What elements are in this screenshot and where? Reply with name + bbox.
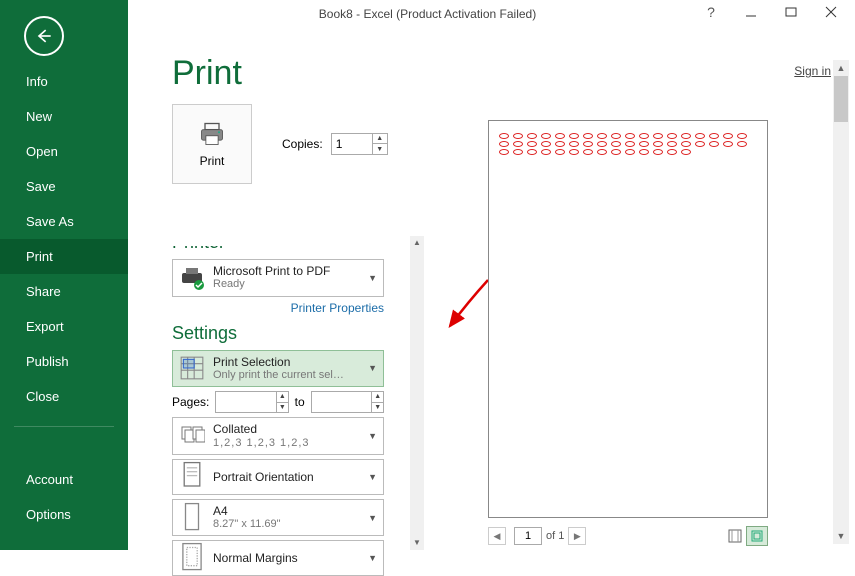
print-area-title: Print Selection xyxy=(213,355,377,369)
print-area-sub: Only print the current sel… xyxy=(213,369,377,382)
sidebar-item-account[interactable]: Account xyxy=(0,462,128,497)
zoom-to-page-button[interactable] xyxy=(746,526,768,546)
caret-down-icon: ▼ xyxy=(368,363,377,373)
pages-to-spinner[interactable]: ▲▼ xyxy=(311,391,384,413)
maximize-button[interactable] xyxy=(771,0,811,24)
sidebar-item-print[interactable]: Print xyxy=(0,239,128,274)
copies-row: Copies: ▲ ▼ xyxy=(282,133,388,155)
sidebar-item-close[interactable]: Close xyxy=(0,379,128,414)
back-button[interactable] xyxy=(24,16,64,56)
pages-from-spinner[interactable]: ▲▼ xyxy=(215,391,288,413)
sidebar-item-new[interactable]: New xyxy=(0,99,128,134)
sidebar-item-save[interactable]: Save xyxy=(0,169,128,204)
page-heading: Print xyxy=(172,54,242,93)
pages-row: Pages: ▲▼ to ▲▼ xyxy=(172,391,384,413)
print-area-dropdown[interactable]: Print Selection Only print the current s… xyxy=(172,350,384,388)
printer-name: Microsoft Print to PDF xyxy=(213,264,377,278)
grid-selection-icon xyxy=(179,355,205,381)
scroll-down-icon[interactable]: ▼ xyxy=(833,528,849,544)
printer-status: Ready xyxy=(213,278,377,291)
paper-sub: 8.27" x 11.69" xyxy=(213,518,377,531)
print-backstage: Sign in ▲ ▼ Print Print Copies: xyxy=(128,28,855,550)
signin-link[interactable]: Sign in xyxy=(794,64,831,78)
to-label: to xyxy=(295,395,305,409)
help-button[interactable]: ? xyxy=(691,0,731,24)
pages-label: Pages: xyxy=(172,395,209,409)
collated-sub: 1,2,3 1,2,3 1,2,3 xyxy=(213,437,377,450)
print-button[interactable]: Print xyxy=(172,104,252,184)
pages-to-input[interactable] xyxy=(312,392,372,412)
next-page-button[interactable]: ▶ xyxy=(568,527,586,545)
margins-icon xyxy=(179,545,205,571)
close-button[interactable] xyxy=(811,0,851,24)
collated-title: Collated xyxy=(213,422,377,436)
sidebar-item-open[interactable]: Open xyxy=(0,134,128,169)
copies-down-icon[interactable]: ▼ xyxy=(373,144,387,154)
main-scrollbar[interactable]: ▲ ▼ xyxy=(833,60,849,544)
backstage-sidebar: Info New Open Save Save As Print Share E… xyxy=(0,0,128,550)
copies-spinner[interactable]: ▲ ▼ xyxy=(331,133,388,155)
show-margins-button[interactable] xyxy=(724,526,746,546)
margins-dropdown[interactable]: Normal Margins ▼ xyxy=(172,540,384,576)
minimize-button[interactable] xyxy=(731,0,771,24)
caret-down-icon: ▼ xyxy=(368,553,377,563)
scroll-thumb[interactable] xyxy=(834,76,848,122)
copies-label: Copies: xyxy=(282,137,323,151)
copies-input[interactable] xyxy=(332,134,372,154)
sidebar-item-export[interactable]: Export xyxy=(0,309,128,344)
collated-dropdown[interactable]: Collated 1,2,3 1,2,3 1,2,3 ▼ xyxy=(172,417,384,455)
orientation-title: Portrait Orientation xyxy=(213,470,377,484)
printer-dropdown[interactable]: Microsoft Print to PDF Ready ▼ xyxy=(172,259,384,297)
scroll-up-icon[interactable]: ▲ xyxy=(833,60,849,76)
print-row: Print Copies: ▲ ▼ xyxy=(172,104,510,184)
window-title: Book8 - Excel (Product Activation Failed… xyxy=(319,7,536,21)
printer-section-title: Printer xyxy=(172,232,408,253)
sidebar-item-saveas[interactable]: Save As xyxy=(0,204,128,239)
window-controls: ? xyxy=(691,0,851,24)
paper-title: A4 xyxy=(213,504,377,518)
up-icon[interactable]: ▲ xyxy=(372,392,383,403)
sidebar-item-info[interactable]: Info xyxy=(0,64,128,99)
sidebar-divider xyxy=(14,426,114,454)
printer-device-icon xyxy=(179,265,205,291)
down-icon[interactable]: ▼ xyxy=(372,403,383,413)
settings-scrollbar[interactable]: ▲ ▼ xyxy=(410,236,424,550)
pages-from-input[interactable] xyxy=(216,392,276,412)
print-preview xyxy=(488,120,768,518)
portrait-icon xyxy=(179,464,205,490)
settings-section-title: Settings xyxy=(172,323,408,344)
page-count-label: of 1 xyxy=(546,530,564,542)
prev-page-button[interactable]: ◀ xyxy=(488,527,506,545)
sidebar-item-options[interactable]: Options xyxy=(0,497,128,532)
printer-icon xyxy=(198,120,226,148)
caret-down-icon: ▼ xyxy=(368,472,377,482)
margins-title: Normal Margins xyxy=(213,551,377,565)
preview-page-content xyxy=(499,133,757,215)
current-page-input[interactable] xyxy=(514,527,542,545)
sidebar-item-publish[interactable]: Publish xyxy=(0,344,128,379)
sidebar-item-share[interactable]: Share xyxy=(0,274,128,309)
copies-up-icon[interactable]: ▲ xyxy=(373,134,387,144)
page-icon xyxy=(179,505,205,531)
down-icon[interactable]: ▼ xyxy=(277,403,288,413)
scroll-down-icon[interactable]: ▼ xyxy=(410,536,424,550)
up-icon[interactable]: ▲ xyxy=(277,392,288,403)
caret-down-icon: ▼ xyxy=(368,513,377,523)
settings-scroll-area: Printer Microsoft Print to PDF Ready ▼ P… xyxy=(172,236,408,550)
print-button-label: Print xyxy=(200,154,225,168)
title-bar: Book8 - Excel (Product Activation Failed… xyxy=(0,0,855,28)
printer-properties-link[interactable]: Printer Properties xyxy=(172,301,384,315)
scroll-up-icon[interactable]: ▲ xyxy=(410,236,424,250)
collate-icon xyxy=(179,423,205,449)
preview-nav: ◀ of 1 ▶ xyxy=(488,524,768,548)
caret-down-icon: ▼ xyxy=(368,273,377,283)
orientation-dropdown[interactable]: Portrait Orientation ▼ xyxy=(172,459,384,495)
paper-size-dropdown[interactable]: A4 8.27" x 11.69" ▼ xyxy=(172,499,384,537)
caret-down-icon: ▼ xyxy=(368,431,377,441)
